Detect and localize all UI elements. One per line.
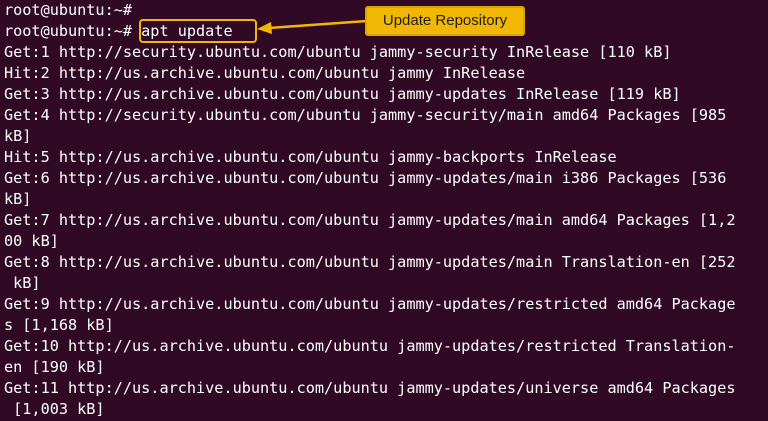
annotation-arrow-icon [257, 19, 368, 34]
terminal-line: Get:9 http://us.archive.ubuntu.com/ubunt… [4, 295, 736, 313]
terminal-line: kB] [4, 190, 32, 208]
terminal-line: Get:8 http://us.archive.ubuntu.com/ubunt… [4, 253, 736, 271]
terminal-line: root@ubuntu:~# [4, 1, 133, 19]
terminal-line: kB] [4, 274, 41, 292]
terminal-line: Hit:5 http://us.archive.ubuntu.com/ubunt… [4, 148, 617, 166]
terminal-line: Get:11 http://us.archive.ubuntu.com/ubun… [4, 379, 736, 397]
terminal-line: en [190 kB] [4, 358, 105, 376]
terminal-line: Hit:2 http://us.archive.ubuntu.com/ubunt… [4, 64, 526, 82]
terminal-window[interactable]: root@ubuntu:~# root@ubuntu:~# apt update… [0, 0, 768, 421]
command-highlight-box [139, 19, 257, 43]
terminal-line: kB] [4, 127, 32, 145]
annotation-callout: Update Repository [365, 6, 525, 36]
terminal-line: Get:4 http://security.ubuntu.com/ubuntu … [4, 106, 727, 124]
terminal-line: 00 kB] [4, 232, 59, 250]
terminal-line: [1,003 kB] [4, 400, 105, 418]
terminal-line: Get:7 http://us.archive.ubuntu.com/ubunt… [4, 211, 736, 229]
terminal-line: s [1,168 kB] [4, 316, 114, 334]
terminal-line: Get:6 http://us.archive.ubuntu.com/ubunt… [4, 169, 727, 187]
terminal-line: Get:10 http://us.archive.ubuntu.com/ubun… [4, 337, 736, 355]
terminal-line: Get:3 http://us.archive.ubuntu.com/ubunt… [4, 85, 681, 103]
terminal-line: Get:1 http://security.ubuntu.com/ubuntu … [4, 43, 672, 61]
